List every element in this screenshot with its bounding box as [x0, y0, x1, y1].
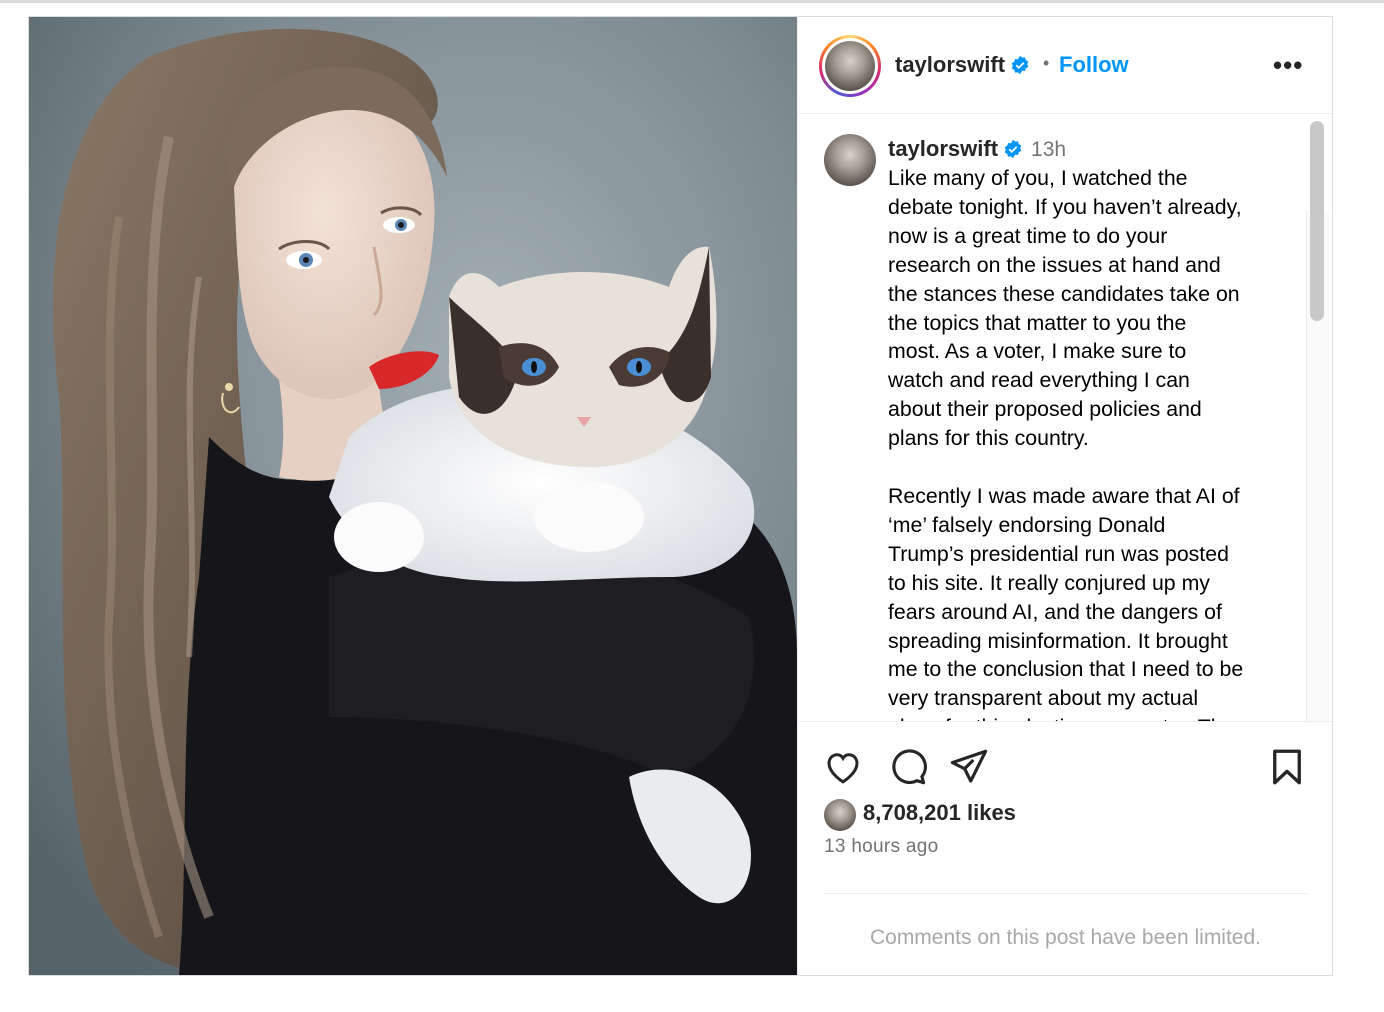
- comments-limited-notice: Comments on this post have been limited.: [869, 926, 1262, 949]
- photo-illustration: [29, 17, 797, 975]
- post-header: taylorswift • Follow •••: [798, 17, 1332, 114]
- post-time-ago[interactable]: 13 hours ago: [824, 836, 939, 858]
- top-divider: [0, 0, 1384, 3]
- likes-count[interactable]: 8,708,201 likes: [863, 800, 1016, 826]
- author-username[interactable]: taylorswift: [895, 52, 1005, 77]
- caption-header: taylorswift 13h: [888, 136, 1066, 162]
- follow-button[interactable]: Follow: [1059, 52, 1129, 78]
- actions-divider: [824, 893, 1308, 894]
- author-username-row: taylorswift: [895, 52, 1030, 78]
- more-options-icon[interactable]: •••: [1273, 50, 1303, 81]
- post-actions: 8,708,201 likes 13 hours ago Comments on…: [798, 721, 1332, 975]
- verified-badge-icon: [1011, 55, 1029, 75]
- bookmark-icon[interactable]: [1266, 746, 1308, 788]
- liker-avatar[interactable]: [824, 799, 856, 831]
- post-photo[interactable]: [29, 17, 797, 975]
- header-separator: •: [1043, 53, 1050, 73]
- story-ring[interactable]: [819, 35, 881, 97]
- verified-badge-icon: [1004, 139, 1022, 159]
- caption-username[interactable]: taylorswift: [888, 136, 998, 161]
- heart-icon[interactable]: [822, 746, 864, 788]
- caption-scroll-area[interactable]: taylorswift 13h Like many of you, I watch…: [798, 114, 1332, 721]
- author-avatar[interactable]: [825, 41, 875, 91]
- comment-icon[interactable]: [886, 746, 928, 788]
- share-icon[interactable]: [948, 746, 990, 788]
- caption-text: Like many of you, I watched the debate t…: [888, 166, 1244, 721]
- caption-timestamp[interactable]: 13h: [1031, 138, 1066, 161]
- scrollbar-thumb[interactable]: [1310, 121, 1324, 321]
- instagram-post: taylorswift • Follow ••• taylorswift 13h …: [28, 16, 1333, 976]
- caption-author-avatar[interactable]: [824, 134, 876, 186]
- post-sidebar: taylorswift • Follow ••• taylorswift 13h …: [797, 17, 1332, 975]
